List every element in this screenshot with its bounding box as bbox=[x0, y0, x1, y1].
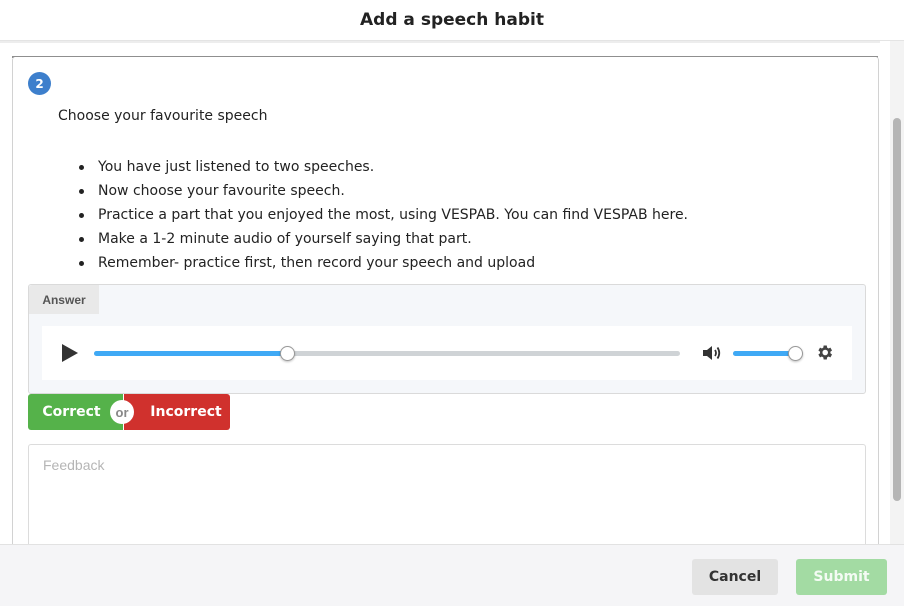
instruction-item: Practice a part that you enjoyed the mos… bbox=[79, 203, 688, 227]
step-number-badge: 2 bbox=[28, 72, 51, 95]
or-separator: or bbox=[110, 400, 134, 424]
volume-fill bbox=[733, 351, 795, 356]
cancel-button[interactable]: Cancel bbox=[692, 559, 778, 595]
dialog-body[interactable]: 2 Choose your favourite speech You have … bbox=[0, 41, 904, 544]
task-card: 2 Choose your favourite speech You have … bbox=[12, 57, 879, 544]
dialog-title: Add a speech habit bbox=[360, 10, 544, 30]
task-title: Choose your favourite speech bbox=[58, 108, 268, 124]
answer-label: Answer bbox=[29, 285, 99, 314]
speaker-icon[interactable] bbox=[702, 344, 722, 362]
dialog-footer: Cancel Submit bbox=[0, 544, 904, 606]
answer-panel: Answer bbox=[28, 284, 866, 394]
instruction-item: Now choose your favourite speech. bbox=[79, 179, 688, 203]
scrollbar-thumb[interactable] bbox=[893, 118, 901, 501]
gear-icon[interactable] bbox=[815, 343, 834, 362]
progress-thumb[interactable] bbox=[280, 346, 296, 361]
instruction-list: You have just listened to two speeches. … bbox=[79, 155, 688, 275]
top-divider-strip bbox=[0, 41, 880, 43]
instruction-item: Remember- practice first, then record yo… bbox=[79, 251, 688, 275]
volume-slider[interactable] bbox=[733, 346, 803, 361]
feedback-field[interactable] bbox=[28, 444, 866, 544]
audio-player bbox=[42, 326, 852, 380]
incorrect-button[interactable]: Incorrect bbox=[124, 394, 230, 430]
scrollbar[interactable] bbox=[890, 41, 904, 544]
play-icon[interactable] bbox=[61, 343, 79, 363]
volume-thumb[interactable] bbox=[787, 346, 803, 361]
dialog-header: Add a speech habit bbox=[0, 0, 904, 41]
instruction-item: Make a 1-2 minute audio of yourself sayi… bbox=[79, 227, 688, 251]
progress-fill bbox=[94, 351, 288, 356]
progress-slider[interactable] bbox=[94, 346, 680, 361]
instruction-item: You have just listened to two speeches. bbox=[79, 155, 688, 179]
correct-button[interactable]: Correct bbox=[28, 394, 123, 430]
submit-button[interactable]: Submit bbox=[796, 559, 887, 595]
